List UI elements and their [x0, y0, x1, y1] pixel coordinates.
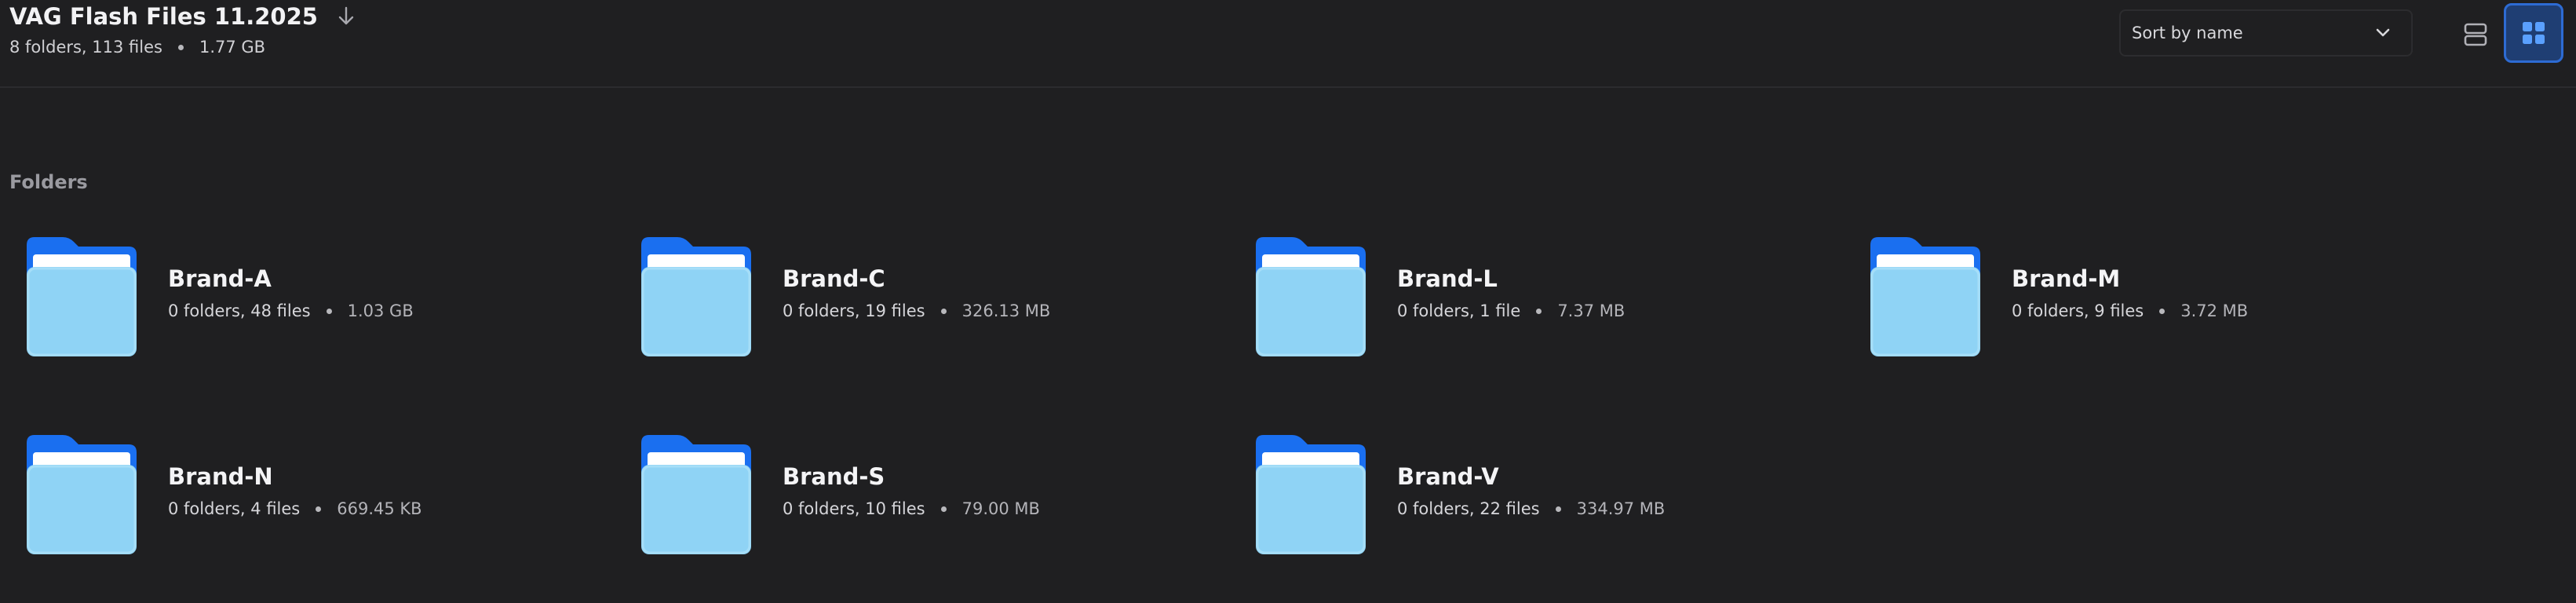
separator-dot — [316, 506, 322, 512]
folder-size: 79.00 MB — [961, 499, 1040, 518]
separator-dot — [1536, 308, 1542, 314]
folder-card-brand-n[interactable]: Brand-N 0 folders, 4 files 669.45 KB — [9, 433, 559, 559]
summary-counts: 8 folders, 113 files — [9, 38, 162, 57]
folder-card-brand-l[interactable]: Brand-L 0 folders, 1 file 7.37 MB — [1239, 236, 1788, 361]
folder-icon — [641, 237, 751, 356]
separator-dot — [177, 44, 184, 50]
folder-size: 1.03 GB — [347, 302, 414, 320]
folder-name: Brand-M — [2012, 265, 2121, 292]
separator-dot — [326, 308, 332, 314]
folder-meta: 0 folders, 22 files 334.97 MB — [1397, 499, 1665, 518]
folder-icon — [27, 237, 137, 356]
folder-icon — [1256, 237, 1366, 356]
header-bar: VAG Flash Files 11.2025 8 folders, 113 f… — [0, 0, 2576, 88]
folder-counts: 0 folders, 10 files — [783, 499, 925, 518]
folder-counts: 0 folders, 4 files — [168, 499, 301, 518]
sort-dropdown-label: Sort by name — [2132, 24, 2243, 42]
list-view-button[interactable] — [2450, 9, 2501, 60]
chevron-down-icon — [2376, 28, 2390, 37]
page-title: VAG Flash Files 11.2025 — [9, 3, 318, 30]
folder-name: Brand-V — [1397, 463, 1499, 490]
folder-card-brand-c[interactable]: Brand-C 0 folders, 19 files 326.13 MB — [624, 236, 1173, 361]
grid-view-button[interactable] — [2504, 3, 2563, 63]
folder-name: Brand-S — [783, 463, 885, 490]
separator-dot — [940, 308, 947, 314]
folder-card-brand-m[interactable]: Brand-M 0 folders, 9 files 3.72 MB — [1853, 236, 2403, 361]
folder-size: 7.37 MB — [1557, 302, 1626, 320]
folder-card-brand-v[interactable]: Brand-V 0 folders, 22 files 334.97 MB — [1239, 433, 1788, 559]
folder-name: Brand-C — [783, 265, 885, 292]
grid-view-icon — [2523, 22, 2545, 44]
list-view-icon — [2464, 23, 2487, 46]
folder-icon — [1256, 435, 1366, 554]
folders-section-heading: Folders — [9, 171, 88, 193]
folder-name: Brand-A — [168, 265, 272, 292]
folder-counts: 0 folders, 48 files — [168, 302, 311, 320]
folder-meta: 0 folders, 19 files 326.13 MB — [783, 302, 1050, 320]
folder-size: 669.45 KB — [337, 499, 422, 518]
folder-counts: 0 folders, 19 files — [783, 302, 925, 320]
folder-icon — [1870, 237, 1980, 356]
folder-size: 326.13 MB — [961, 302, 1051, 320]
sort-dropdown[interactable]: Sort by name — [2119, 9, 2413, 57]
separator-dot — [1555, 506, 1561, 512]
folder-counts: 0 folders, 22 files — [1397, 499, 1540, 518]
folder-card-brand-s[interactable]: Brand-S 0 folders, 10 files 79.00 MB — [624, 433, 1173, 559]
folder-name: Brand-N — [168, 463, 273, 490]
sort-direction-arrow-down-icon[interactable] — [335, 5, 357, 27]
folder-size: 334.97 MB — [1576, 499, 1666, 518]
title-row: VAG Flash Files 11.2025 — [9, 3, 357, 30]
folder-icon — [641, 435, 751, 554]
folder-meta: 0 folders, 4 files 669.45 KB — [168, 499, 422, 518]
folder-meta: 0 folders, 9 files 3.72 MB — [2012, 302, 2248, 320]
folder-size: 3.72 MB — [2180, 302, 2249, 320]
folder-card-brand-a[interactable]: Brand-A 0 folders, 48 files 1.03 GB — [9, 236, 559, 361]
folder-meta: 0 folders, 10 files 79.00 MB — [783, 499, 1040, 518]
separator-dot — [2159, 308, 2166, 314]
folder-meta: 0 folders, 1 file 7.37 MB — [1397, 302, 1625, 320]
folder-icon — [27, 435, 137, 554]
summary-size: 1.77 GB — [199, 38, 266, 57]
separator-dot — [940, 506, 947, 512]
folder-counts: 0 folders, 1 file — [1397, 302, 1521, 320]
folder-meta: 0 folders, 48 files 1.03 GB — [168, 302, 414, 320]
folder-name: Brand-L — [1397, 265, 1498, 292]
folder-summary: 8 folders, 113 files 1.77 GB — [9, 38, 265, 57]
folder-counts: 0 folders, 9 files — [2012, 302, 2144, 320]
